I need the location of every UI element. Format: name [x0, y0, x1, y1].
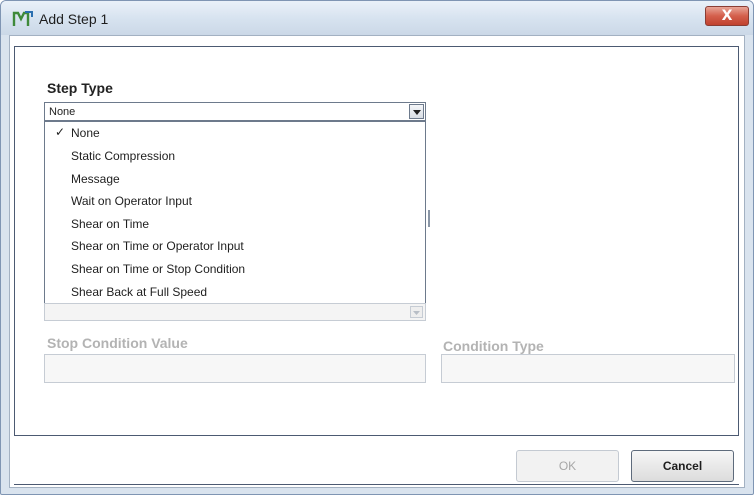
option-shear-on-time-or-operator-input[interactable]: Shear on Time or Operator Input: [45, 235, 425, 257]
app-icon: [12, 11, 33, 26]
title-bar[interactable]: Add Step 1 X: [1, 1, 753, 35]
cancel-button[interactable]: Cancel: [631, 450, 734, 482]
option-label: Shear Back at Full Speed: [71, 285, 208, 299]
option-shear-back-at-full-speed[interactable]: Shear Back at Full Speed: [45, 281, 425, 303]
option-message[interactable]: Message: [45, 168, 425, 190]
window-title: Add Step 1: [39, 11, 109, 27]
option-none[interactable]: ✓ None: [45, 122, 425, 144]
obscured-field-edge: [428, 210, 430, 227]
condition-type-label: Condition Type: [443, 338, 544, 354]
option-label: None: [71, 126, 100, 140]
footer-divider: [14, 484, 739, 485]
step-type-options-list: ✓ None Static Compression Message Wait o…: [44, 121, 426, 304]
stop-condition-value-field[interactable]: [44, 354, 426, 383]
step-type-selected-value: None: [49, 106, 76, 118]
option-label: Shear on Time: [71, 217, 150, 231]
check-icon: ✓: [55, 125, 66, 139]
disabled-dropdown[interactable]: [44, 303, 426, 321]
chevron-down-icon[interactable]: [409, 104, 424, 119]
option-label: Static Compression: [71, 149, 176, 163]
option-label: Message: [71, 172, 120, 186]
close-button[interactable]: X: [705, 6, 749, 26]
ok-button[interactable]: OK: [516, 450, 619, 482]
step-type-dropdown[interactable]: None: [44, 102, 426, 121]
stop-condition-value-label: Stop Condition Value: [47, 335, 188, 351]
option-shear-on-time-or-stop-condition[interactable]: Shear on Time or Stop Condition: [45, 258, 425, 280]
step-type-label: Step Type: [47, 80, 113, 96]
option-wait-on-operator-input[interactable]: Wait on Operator Input: [45, 190, 425, 212]
option-shear-on-time[interactable]: Shear on Time: [45, 213, 425, 235]
chevron-down-icon: [410, 306, 423, 318]
condition-type-field[interactable]: [441, 354, 735, 383]
option-label: Wait on Operator Input: [71, 194, 192, 208]
option-label: Shear on Time or Operator Input: [71, 239, 244, 253]
option-static-compression[interactable]: Static Compression: [45, 145, 425, 167]
option-label: Shear on Time or Stop Condition: [71, 262, 246, 276]
close-icon: X: [721, 8, 733, 24]
